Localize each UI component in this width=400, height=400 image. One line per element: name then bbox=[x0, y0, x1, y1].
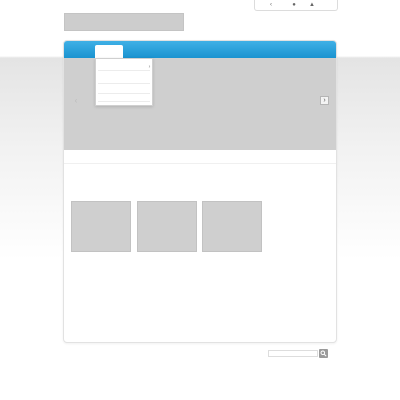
thumbnail-3[interactable] bbox=[202, 201, 262, 252]
section-divider bbox=[64, 163, 336, 164]
main-content-card: ‹ › › bbox=[63, 40, 337, 343]
account-icon[interactable]: ▲ bbox=[308, 1, 316, 9]
search-icon bbox=[320, 350, 327, 357]
back-icon[interactable]: ‹ bbox=[267, 1, 275, 9]
site-logo[interactable] bbox=[64, 13, 184, 31]
cart-icon[interactable]: ● bbox=[290, 1, 298, 9]
nav-tab-active[interactable] bbox=[95, 45, 123, 58]
slider-prev-icon[interactable]: ‹ bbox=[72, 96, 80, 106]
main-nav-bar bbox=[64, 41, 336, 58]
thumbnail-1[interactable] bbox=[71, 201, 131, 252]
search-input[interactable] bbox=[268, 350, 318, 357]
dropdown-item[interactable] bbox=[98, 83, 150, 84]
dropdown-item[interactable] bbox=[98, 93, 150, 94]
nav-dropdown-menu: › bbox=[95, 58, 153, 106]
thumbnail-2[interactable] bbox=[137, 201, 197, 252]
search-button[interactable] bbox=[319, 349, 328, 358]
chevron-right-icon: › bbox=[148, 64, 151, 70]
dropdown-item[interactable] bbox=[98, 101, 150, 102]
utility-bar: ‹ ● ▲ bbox=[254, 0, 338, 11]
slider-next-button[interactable]: › bbox=[320, 96, 329, 105]
dropdown-item[interactable] bbox=[98, 70, 150, 71]
